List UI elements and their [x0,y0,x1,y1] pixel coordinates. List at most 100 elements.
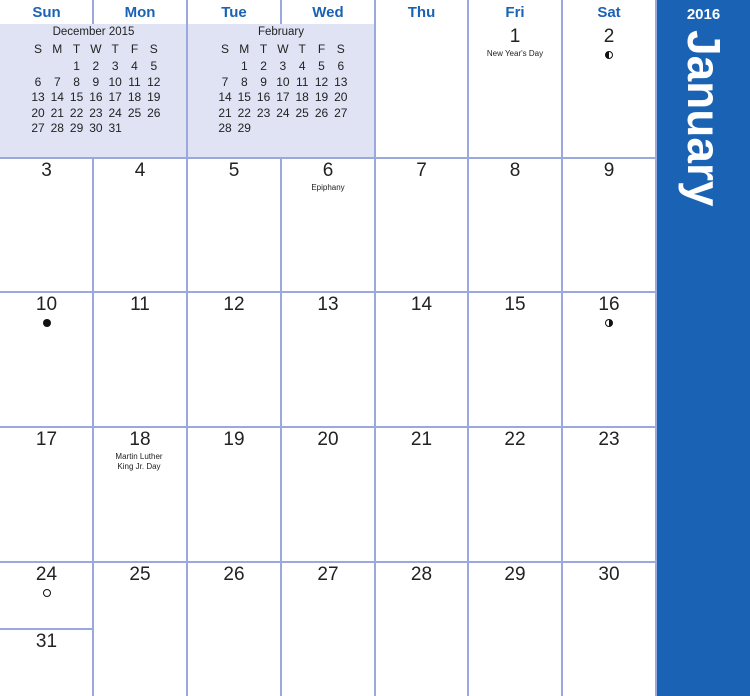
day-6-holiday: Epiphany [311,183,345,192]
mini-day: 6 [34,74,42,89]
mini-day: 16 [256,90,271,104]
month-title-wrap: January [675,30,735,230]
mini-day: 30 [89,121,103,135]
mini-calendar-week: 12345 [0,59,187,74]
day-21[interactable]: 21 [375,429,468,451]
grid-line [0,157,657,159]
mini-day: 16 [89,90,103,104]
day-16[interactable]: 16 [562,294,656,316]
moon-phase-icon [42,589,51,597]
day-15[interactable]: 15 [468,294,562,316]
day-5[interactable]: 5 [187,160,281,182]
day-1[interactable]: 1 [468,26,562,48]
day-17[interactable]: 17 [0,429,93,451]
day-9[interactable]: 9 [562,160,656,182]
mini-day: 4 [298,59,306,73]
mini-day: 15 [69,90,84,104]
mini-day: 11 [295,74,309,89]
grid-line [0,561,657,563]
mini-day: 9 [92,74,100,89]
mini-day: 5 [150,59,158,73]
mini-day: 8 [240,74,248,89]
mini-weekday: W [90,42,102,56]
grid-line [280,0,282,24]
mini-weekday: F [130,42,139,56]
mini-day: 28 [50,121,64,135]
mini-day: 24 [108,105,122,120]
grid-line [0,426,657,428]
day-8[interactable]: 8 [468,160,562,182]
mini-day: 27 [334,105,348,120]
day-19[interactable]: 19 [187,429,281,451]
day-4[interactable]: 4 [93,160,187,182]
mini-weekday: T [72,42,81,56]
mini-weekday: M [239,42,250,56]
day-25[interactable]: 25 [93,564,187,586]
mini-day: 7 [53,74,61,89]
day-23[interactable]: 23 [562,429,656,451]
mini-day: 1 [73,59,80,73]
mini-day: 15 [237,90,251,104]
day-3[interactable]: 3 [0,160,93,182]
day-13[interactable]: 13 [281,294,375,316]
mini-calendar-week: 14 15 16 17 18 19 20 [187,90,375,105]
mini-day: 4 [131,59,138,73]
day-1-holiday: New Year's Day [486,49,544,58]
day-29[interactable]: 29 [468,564,562,586]
mini-weekday: F [317,42,326,56]
mini-day: 17 [276,90,290,104]
day-20[interactable]: 20 [281,429,375,451]
mini-day: 3 [279,59,287,73]
day-10[interactable]: 10 [0,294,93,316]
weekday-header-mon: Mon [124,4,156,21]
mini-day: 19 [147,90,161,104]
mini-day: 10 [276,74,290,89]
mini-day: 21 [50,105,64,120]
grid-line [0,628,93,630]
mini-day: 26 [147,105,161,120]
mini-day: 12 [147,74,161,89]
mini-day: 31 [108,121,122,135]
day-30[interactable]: 30 [562,564,656,586]
day-6[interactable]: 6 [281,160,375,182]
day-14[interactable]: 14 [375,294,468,316]
day-24[interactable]: 24 [0,564,93,586]
mini-weekday: M [52,42,63,56]
day-12[interactable]: 12 [187,294,281,316]
month-sidebar: 2016 January [657,0,750,696]
mini-day: 22 [237,105,251,120]
mini-day: 14 [218,90,232,104]
mini-day: 12 [314,74,329,89]
month-title: January [678,30,730,207]
day-11[interactable]: 11 [93,294,187,316]
mini-weekday: W [277,42,289,56]
day-22[interactable]: 22 [468,429,562,451]
calendar-grid: Sun Mon Tue Wed Thu Fri Sat December 2015 S M T W T F… [0,0,657,696]
mini-day: 9 [260,74,267,89]
mini-weekday: T [298,42,306,56]
mini-day: 25 [295,105,309,120]
weekday-header-sun: Sun [32,4,61,21]
day-28[interactable]: 28 [375,564,468,586]
mini-day: 13 [334,74,348,89]
weekday-header-wed: Wed [312,4,344,21]
mini-day: 2 [92,59,100,73]
day-27[interactable]: 27 [281,564,375,586]
mini-weekday: S [220,42,229,56]
mini-day: 11 [128,74,141,89]
day-31[interactable]: 31 [0,631,93,653]
day-2[interactable]: 2 [562,26,656,48]
grid-line [374,0,376,696]
day-7[interactable]: 7 [375,160,468,182]
mini-calendar-weekdays: SMTWTFS [0,42,187,57]
weekday-header-thu: Thu [407,4,436,21]
day-18[interactable]: 18 [93,429,187,451]
mini-calendar-weekdays: SMTWTFS [187,42,375,57]
day-26[interactable]: 26 [187,564,281,586]
weekday-header-fri: Fri [505,4,525,21]
mini-day: 26 [314,105,329,120]
mini-calendar-week: 6 7 8 9 10 11 12 [0,75,187,90]
mini-day: 19 [314,90,329,104]
mini-day: 28 [218,121,232,135]
mini-day: 29 [69,121,84,135]
